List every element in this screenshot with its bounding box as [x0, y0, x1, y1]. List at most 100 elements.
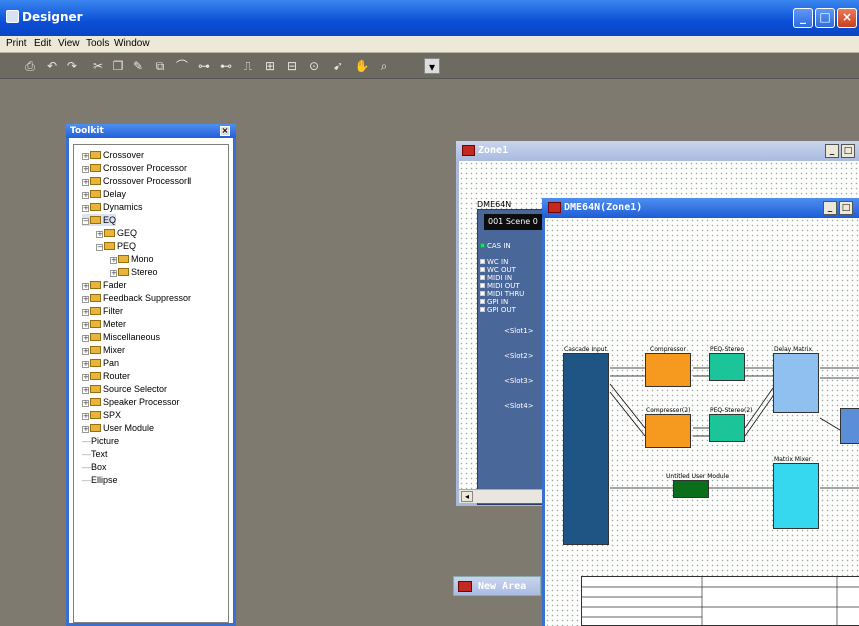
- expand-icon[interactable]: +: [82, 335, 89, 342]
- menu-view[interactable]: View: [58, 38, 80, 49]
- peq2-block[interactable]: PEQ-Stereo(2): [709, 407, 753, 442]
- delay-matrix-block[interactable]: Delay Matrix: [773, 346, 819, 413]
- port-midi-thru[interactable]: MIDI THRU: [480, 290, 524, 298]
- menu-tools[interactable]: Tools: [86, 38, 109, 49]
- tree-item-crossover[interactable]: + Crossover: [82, 149, 144, 161]
- expand-icon[interactable]: +: [82, 179, 89, 186]
- wire-icon[interactable]: ⊶: [196, 58, 212, 74]
- tree-item-dynamics[interactable]: + Dynamics: [82, 201, 143, 213]
- tree-item-filter[interactable]: + Filter: [82, 305, 123, 317]
- clone-icon[interactable]: ⧉: [152, 58, 168, 74]
- dme-canvas[interactable]: Cascade Input Compressor Compressor(2) P…: [545, 218, 859, 626]
- tree-item-delay[interactable]: + Delay: [82, 188, 126, 200]
- tree-item-text[interactable]: —Text: [82, 448, 108, 460]
- output-block[interactable]: [840, 408, 859, 444]
- tree-item-user-module[interactable]: + User Module: [82, 422, 154, 434]
- bus-icon[interactable]: ⎍: [240, 58, 256, 74]
- tree-item-feedback-suppressor[interactable]: + Feedback Suppressor: [82, 292, 191, 304]
- tree-item-spx[interactable]: + SPX: [82, 409, 121, 421]
- pointer-icon[interactable]: ➹: [330, 58, 346, 74]
- dme-maximize-button[interactable]: □: [839, 201, 853, 215]
- tree-item-miscellaneous[interactable]: + Miscellaneous: [82, 331, 160, 343]
- expand-icon[interactable]: +: [82, 348, 89, 355]
- undo-icon[interactable]: ↶: [44, 58, 60, 74]
- expand-icon[interactable]: +: [82, 374, 89, 381]
- tree-item-stereo[interactable]: + Stereo: [110, 266, 158, 278]
- tree-item-router[interactable]: + Router: [82, 370, 130, 382]
- minimize-button[interactable]: _: [793, 8, 813, 28]
- port-midi-out[interactable]: MIDI OUT: [480, 282, 520, 290]
- port-gpi-in[interactable]: GPI IN: [480, 298, 508, 306]
- zone-maximize-button[interactable]: □: [841, 144, 855, 158]
- expand-icon[interactable]: +: [96, 231, 103, 238]
- tree-item-peq[interactable]: − PEQ: [96, 240, 136, 252]
- scroll-left-icon[interactable]: ◂: [461, 491, 473, 502]
- hand-icon[interactable]: ✋: [354, 58, 370, 74]
- expand-icon[interactable]: +: [82, 426, 89, 433]
- cas-in-port[interactable]: CAS IN: [480, 242, 511, 250]
- tree-item-mixer[interactable]: + Mixer: [82, 344, 125, 356]
- link-icon[interactable]: ⊷: [218, 58, 234, 74]
- dme-minimize-button[interactable]: _: [823, 201, 837, 215]
- toolkit-close-icon[interactable]: ×: [220, 126, 230, 136]
- expand-icon[interactable]: −: [82, 218, 89, 225]
- tree-item-speaker-processor[interactable]: + Speaker Processor: [82, 396, 180, 408]
- menu-print[interactable]: Print: [6, 38, 27, 49]
- user-module-block[interactable]: Untitled User Module: [666, 473, 729, 498]
- expand-icon[interactable]: +: [82, 309, 89, 316]
- tree-item-geq[interactable]: + GEQ: [96, 227, 137, 239]
- tree-item-fader[interactable]: + Fader: [82, 279, 127, 291]
- tree-item-crossover-processor-[interactable]: + Crossover ProcessorⅡ: [82, 175, 191, 187]
- expand-icon[interactable]: +: [82, 296, 89, 303]
- copy-icon[interactable]: ❐: [110, 58, 126, 74]
- new-area-window[interactable]: New Area: [453, 576, 541, 596]
- tree-item-picture[interactable]: —Picture: [82, 435, 119, 447]
- expand-icon[interactable]: +: [110, 257, 117, 264]
- compressor-block[interactable]: Compressor: [645, 346, 691, 387]
- peq-block[interactable]: PEQ-Stereo: [709, 346, 745, 381]
- compressor2-block[interactable]: Compressor(2): [645, 407, 691, 448]
- expand-icon[interactable]: +: [82, 283, 89, 290]
- port-gpi-out[interactable]: GPI OUT: [480, 306, 516, 314]
- expand-icon[interactable]: −: [96, 244, 103, 251]
- tree-item-source-selector[interactable]: + Source Selector: [82, 383, 167, 395]
- zone-minimize-button[interactable]: _: [825, 144, 839, 158]
- matrix-mixer-block[interactable]: Matrix Mixer: [773, 456, 819, 529]
- expand-icon[interactable]: +: [82, 361, 89, 368]
- expand-icon[interactable]: +: [82, 166, 89, 173]
- expand-icon[interactable]: +: [82, 205, 89, 212]
- tree-item-mono[interactable]: + Mono: [110, 253, 154, 265]
- tree-item-ellipse[interactable]: —Ellipse: [82, 474, 118, 486]
- tree-item-eq[interactable]: − EQ: [82, 214, 117, 226]
- align-icon[interactable]: ⊞: [262, 58, 278, 74]
- zoom-icon[interactable]: ⊙: [306, 58, 322, 74]
- distribute-icon[interactable]: ⊟: [284, 58, 300, 74]
- arc-icon[interactable]: ⌒: [174, 58, 190, 74]
- expand-icon[interactable]: +: [82, 153, 89, 160]
- expand-icon[interactable]: +: [82, 387, 89, 394]
- close-button[interactable]: ×: [837, 8, 857, 28]
- expand-icon[interactable]: +: [110, 270, 117, 277]
- maximize-button[interactable]: □: [815, 8, 835, 28]
- menu-edit[interactable]: Edit: [34, 38, 51, 49]
- tree-item-meter[interactable]: + Meter: [82, 318, 126, 330]
- app-icon: [6, 10, 19, 23]
- expand-icon[interactable]: +: [82, 400, 89, 407]
- print-icon[interactable]: ⎙: [22, 58, 38, 74]
- tree-item-pan[interactable]: + Pan: [82, 357, 119, 369]
- port-midi-in[interactable]: MIDI IN: [480, 274, 512, 282]
- tree-item-crossover-processor[interactable]: + Crossover Processor: [82, 162, 187, 174]
- paste-icon[interactable]: ✎: [130, 58, 146, 74]
- expand-icon[interactable]: +: [82, 413, 89, 420]
- magnify-icon[interactable]: ⌕: [376, 58, 392, 74]
- tree-item-box[interactable]: —Box: [82, 461, 107, 473]
- cut-icon[interactable]: ✂: [90, 58, 106, 74]
- expand-icon[interactable]: +: [82, 192, 89, 199]
- expand-icon[interactable]: +: [82, 322, 89, 329]
- port-wc-in[interactable]: WC IN: [480, 258, 508, 266]
- cascade-input-block[interactable]: Cascade Input: [563, 346, 609, 545]
- menu-window[interactable]: Window: [114, 38, 150, 49]
- port-wc-out[interactable]: WC OUT: [480, 266, 516, 274]
- redo-icon[interactable]: ↷: [64, 58, 80, 74]
- dropdown-icon[interactable]: ▾: [424, 58, 440, 74]
